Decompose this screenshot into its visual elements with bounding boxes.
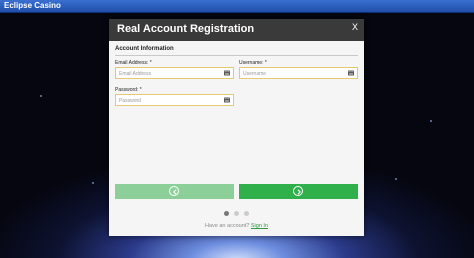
- chevron-right-icon: [293, 186, 303, 196]
- password-input[interactable]: [119, 96, 219, 105]
- close-button[interactable]: X: [350, 22, 360, 34]
- app-title: Eclipse Casino: [4, 1, 61, 10]
- keyboard-icon[interactable]: [224, 70, 230, 76]
- email-field[interactable]: [115, 67, 234, 79]
- keyboard-icon[interactable]: [348, 70, 354, 76]
- password-field[interactable]: [115, 94, 234, 106]
- star: [430, 120, 432, 122]
- modal-header: Real Account Registration X: [109, 19, 364, 41]
- step-dot-active: [224, 211, 229, 216]
- section-title: Account Information: [115, 46, 174, 52]
- password-label: Password: *: [115, 87, 142, 93]
- signin-prompt: Have an account? Sign In: [109, 223, 364, 229]
- username-field[interactable]: [239, 67, 358, 79]
- username-label: Username: *: [239, 60, 267, 66]
- star: [40, 95, 42, 97]
- next-button[interactable]: [239, 184, 358, 199]
- username-input[interactable]: [243, 69, 343, 78]
- signin-link[interactable]: Sign In: [251, 223, 268, 229]
- section-divider: [115, 55, 358, 56]
- modal-title: Real Account Registration: [117, 23, 255, 35]
- chevron-left-icon: [169, 186, 179, 196]
- star: [92, 182, 94, 184]
- star: [395, 178, 397, 180]
- step-dot: [244, 211, 249, 216]
- app-top-bar: Eclipse Casino: [0, 0, 474, 13]
- previous-button[interactable]: [115, 184, 234, 199]
- signin-prompt-text: Have an account?: [205, 223, 250, 229]
- email-input[interactable]: [119, 69, 219, 78]
- keyboard-icon[interactable]: [224, 97, 230, 103]
- step-dot: [234, 211, 239, 216]
- registration-modal: Real Account Registration X Account Info…: [109, 19, 364, 236]
- email-label: Email Address: *: [115, 60, 152, 66]
